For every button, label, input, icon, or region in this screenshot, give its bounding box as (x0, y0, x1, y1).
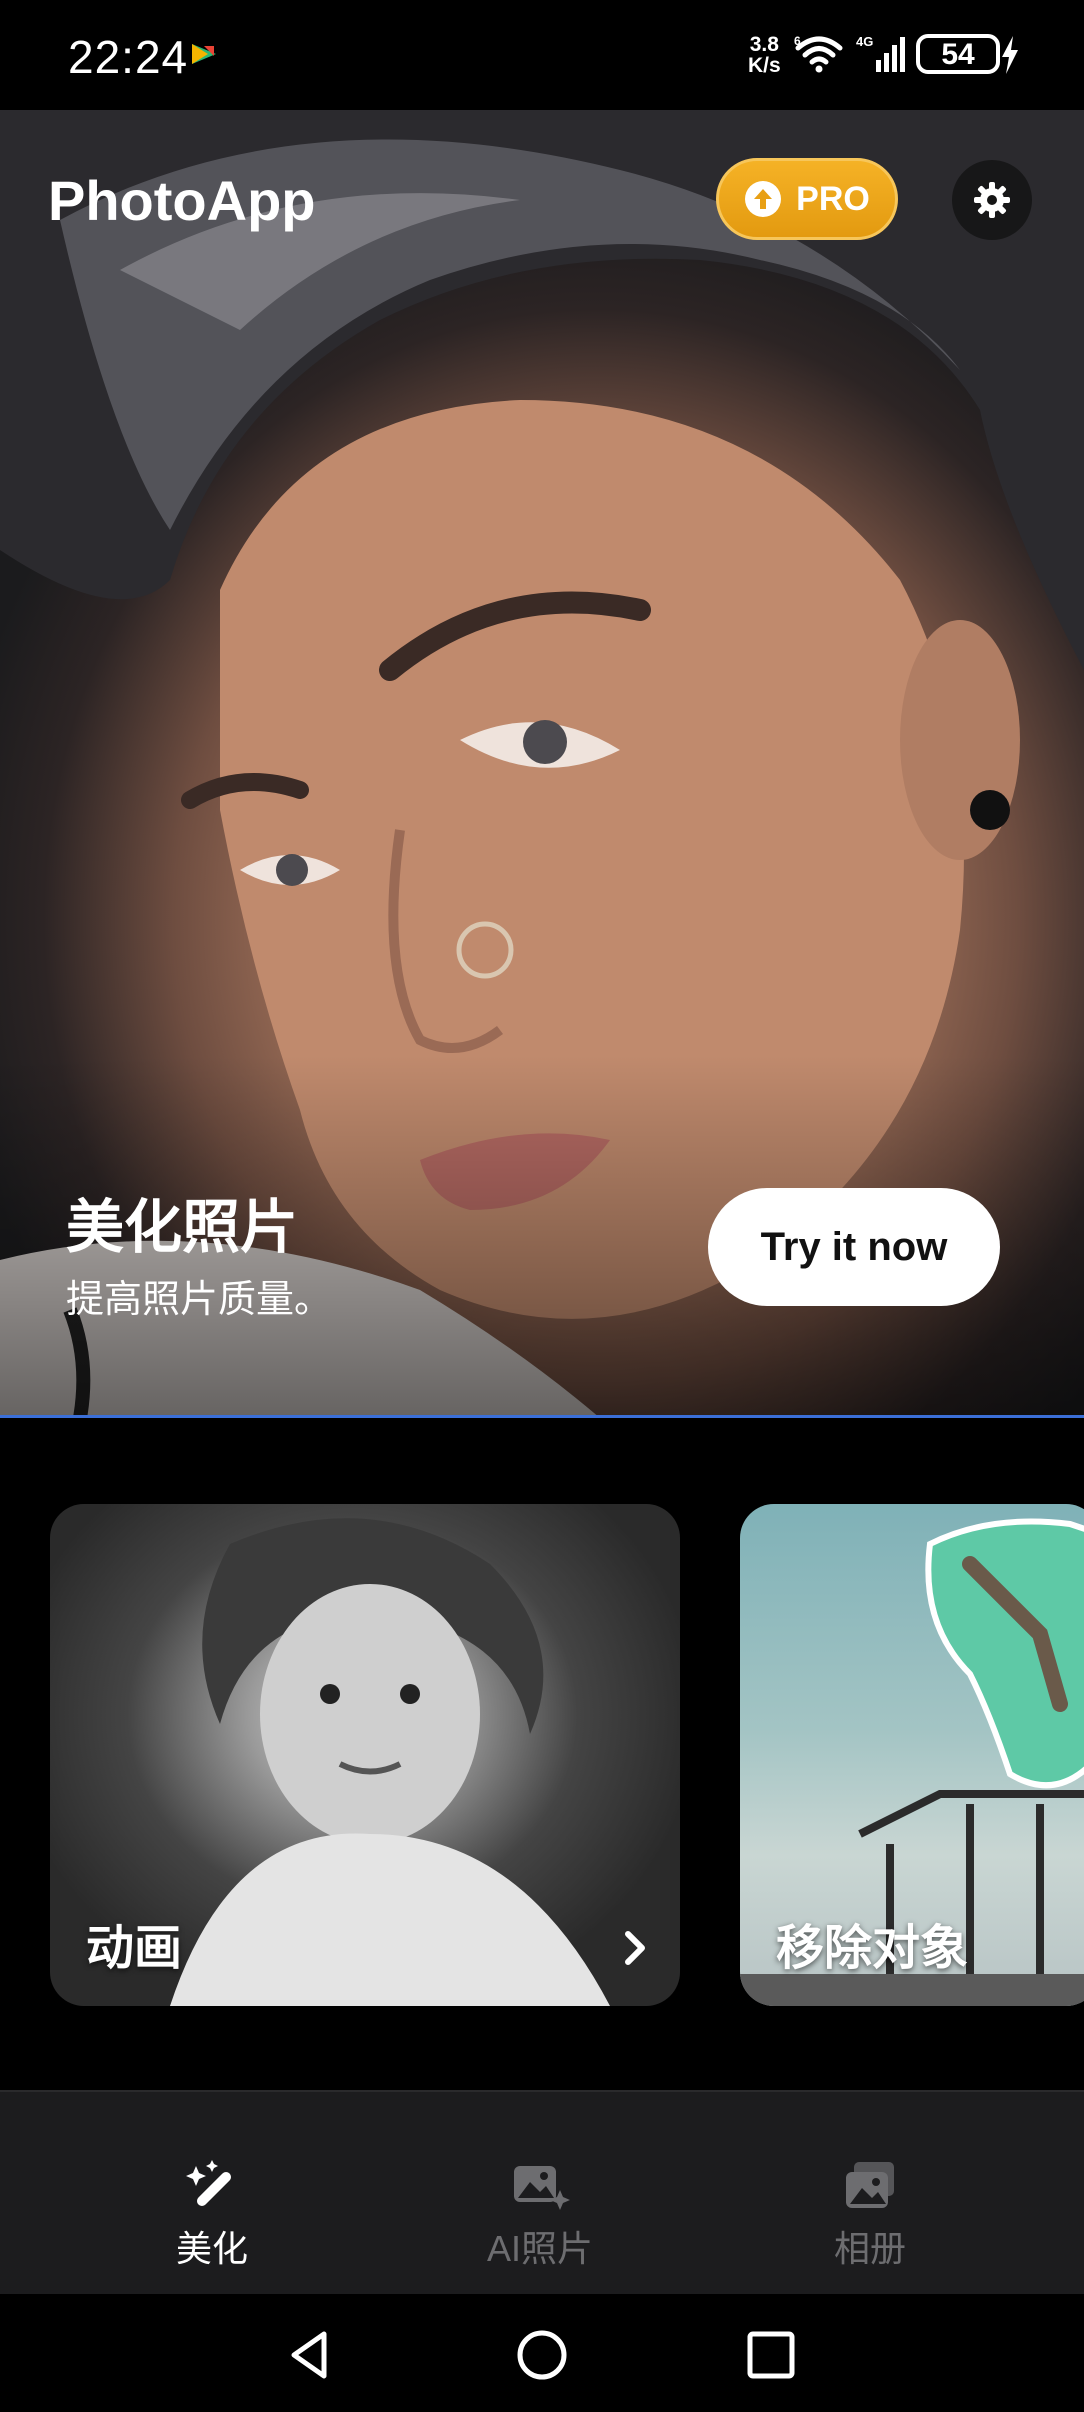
back-icon[interactable] (284, 2328, 338, 2382)
nav-item-ai-photo[interactable]: AI照片 (440, 2158, 640, 2272)
card-label-remove-object: 移除对象 (776, 1922, 969, 1975)
network-speed: 3.8 K/s (748, 34, 781, 76)
magic-wand-icon (186, 2160, 232, 2207)
battery-indicator: 54 (916, 34, 1000, 74)
hero-banner[interactable]: PhotoApp PRO 美化照片 提高照片质量。 Try it now (0, 110, 1084, 1418)
nav-item-album[interactable]: 相册 (770, 2158, 970, 2272)
pro-label: PRO (796, 179, 870, 218)
status-bar: 22:24 3.8 K/s 6 4G 54 (0, 0, 1084, 110)
play-games-icon (192, 44, 216, 64)
chevron-right-icon (625, 1931, 645, 1965)
nav-label-ai-photo: AI照片 (486, 2228, 593, 2269)
signal-icon: 4G (856, 34, 905, 72)
upgrade-arrow-icon (745, 181, 782, 217)
feature-card-animate[interactable]: 动画 (50, 1504, 680, 2006)
card-label-animate: 动画 (86, 1922, 183, 1975)
feature-card-remove-object[interactable]: 移除对象 (740, 1504, 1084, 2006)
nav-item-beautify[interactable]: 美化 (112, 2158, 312, 2272)
pro-upgrade-button[interactable]: PRO (716, 158, 898, 240)
speed-unit: K/s (748, 54, 781, 77)
speed-value: 3.8 (749, 33, 779, 56)
system-navigation-bar (0, 2294, 1084, 2412)
hero-title: 美化照片 (66, 1195, 299, 1260)
settings-button[interactable] (952, 160, 1032, 240)
network-type: 4G (856, 34, 873, 49)
try-it-now-button[interactable]: Try it now (708, 1188, 1000, 1306)
app-title: PhotoApp (48, 169, 316, 232)
home-icon[interactable] (515, 2328, 569, 2382)
album-icon (846, 2162, 894, 2208)
wifi-badge: 6 (794, 34, 801, 48)
recents-icon[interactable] (744, 2328, 798, 2382)
hero-subtitle: 提高照片质量。 (66, 1279, 333, 1321)
charging-icon (1002, 36, 1018, 74)
nav-label-beautify: 美化 (175, 2228, 248, 2269)
nav-label-album: 相册 (833, 2228, 906, 2269)
ai-photo-icon (514, 2166, 570, 2210)
gear-icon (974, 182, 1010, 218)
wifi-icon: 6 (794, 34, 843, 73)
bottom-navigation: 美化 AI照片 相册 (0, 2090, 1084, 2294)
status-time: 22:24 (68, 31, 189, 83)
